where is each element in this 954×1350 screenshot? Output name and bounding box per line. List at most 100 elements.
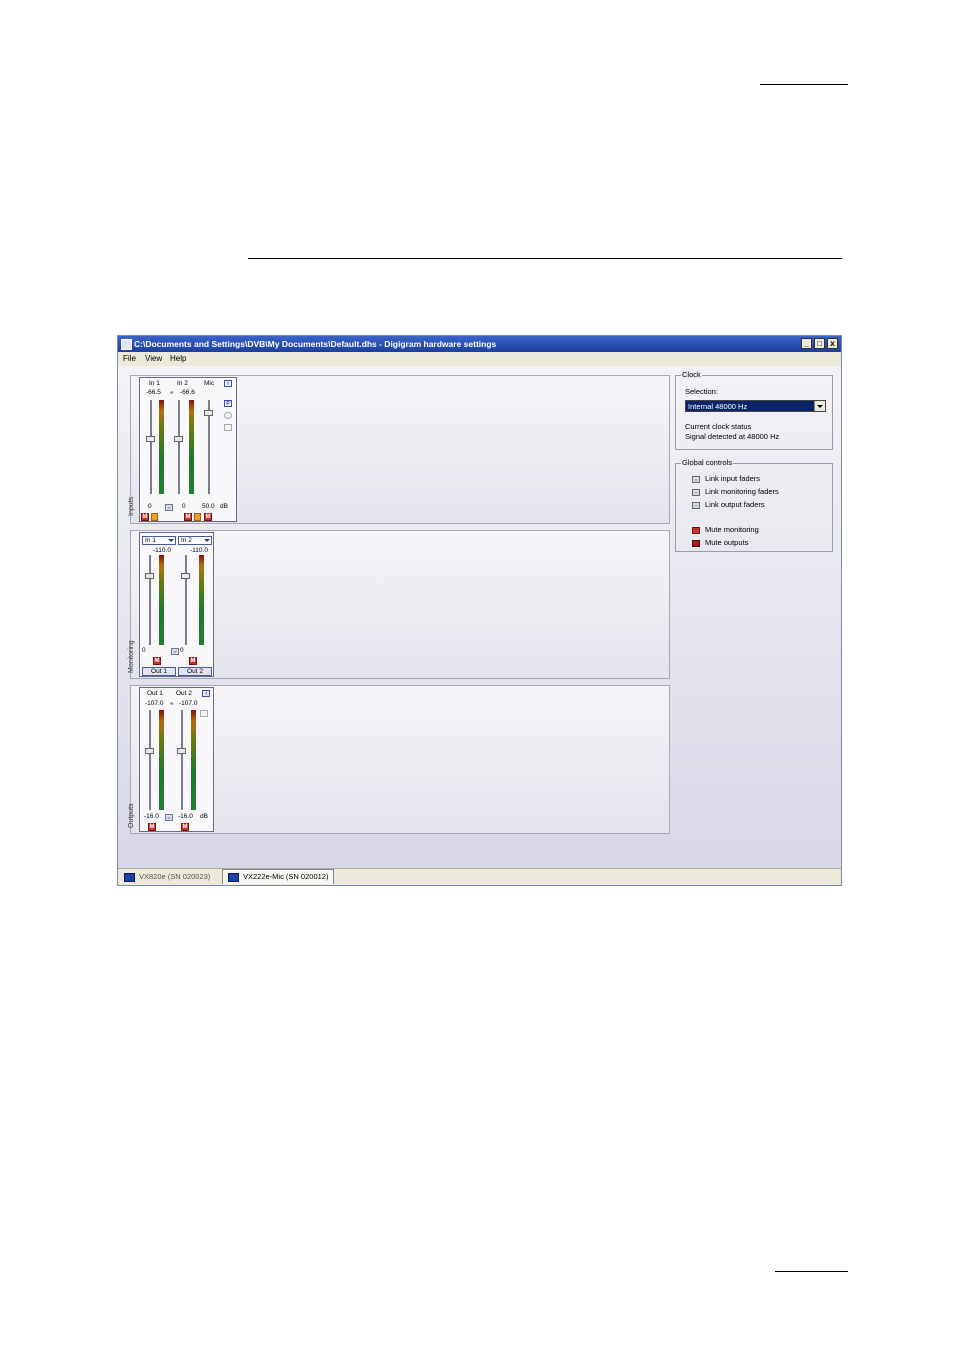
input-mic-name: Mic [204, 380, 215, 387]
monitoring-panel: In 1 In 2 -110.0 -110.0 0 ⇔ 0 M M Out 1 … [139, 532, 214, 677]
menu-help[interactable]: Help [170, 352, 186, 366]
input-2-mute-button[interactable]: M [184, 513, 192, 521]
tab-vx820e[interactable]: VX820e (SN 020023) [124, 870, 210, 884]
inputs-unit: dB [220, 503, 228, 510]
output-1-fader[interactable] [145, 748, 154, 754]
output-2-fader-track[interactable] [181, 710, 183, 810]
app-icon[interactable] [121, 339, 132, 350]
mute-monitoring-label[interactable]: Mute monitoring [705, 525, 759, 534]
link-monitoring-faders-icon[interactable]: ⇔ [692, 489, 700, 496]
menu-view[interactable]: View [145, 352, 162, 366]
monitoring-1-source-select[interactable]: In 1 [142, 536, 176, 545]
link-output-faders-icon[interactable]: ⇔ [692, 502, 700, 509]
settings-icon[interactable] [200, 710, 208, 717]
global-controls-group: Global controls ⇔ Link input faders ⇔ Li… [675, 458, 833, 552]
info-icon[interactable]: i [202, 690, 210, 697]
monitoring-1-value: 0 [142, 647, 146, 654]
minimize-button[interactable]: _ [801, 338, 812, 349]
section-rule [248, 258, 842, 259]
monitoring-1-mute-button[interactable]: M [153, 657, 161, 665]
output-2-meter [191, 710, 196, 810]
inputs-label: Inputs [128, 496, 135, 516]
monitoring-1-peak: -110.0 [153, 547, 171, 554]
input-1-value: 0 [148, 503, 152, 510]
link-input-faders-icon[interactable]: ⇔ [692, 476, 700, 483]
link-output-faders-label[interactable]: Link output faders [705, 500, 765, 509]
output-1-fader-track[interactable] [149, 710, 151, 810]
input-1-peak: -66.5 [146, 389, 161, 396]
input-2-fader[interactable] [174, 436, 183, 442]
clock-icon[interactable] [224, 412, 232, 419]
monitoring-strip: Monitoring In 1 In 2 -110.0 -110.0 0 ⇔ 0… [128, 530, 670, 679]
monitoring-1-fader-track[interactable] [149, 555, 151, 645]
mute-outputs-icon[interactable] [692, 540, 700, 547]
mute-outputs-label[interactable]: Mute outputs [705, 538, 748, 547]
input-1-fader[interactable] [146, 436, 155, 442]
tab-vx222e-mic-label: VX222e-Mic (SN 020012) [243, 872, 329, 881]
link-input-faders-label[interactable]: Link input faders [705, 474, 760, 483]
inputs-strip: Inputs In 1 In 2 Mic i -66.5 -66.6 ⚭ P 0… [128, 375, 670, 524]
monitoring-1-out-button[interactable]: Out 1 [142, 667, 176, 676]
chevron-down-icon[interactable] [814, 401, 825, 411]
monitoring-2-source: In 2 [181, 537, 192, 544]
link-input-faders-button[interactable]: ⇔ [165, 504, 173, 511]
maximize-button[interactable]: □ [814, 338, 825, 349]
link-output-faders-button[interactable]: ⇔ [165, 814, 173, 821]
input-1-meter [159, 400, 164, 494]
card-icon [228, 872, 239, 882]
input-1-speaker-button[interactable] [151, 513, 158, 521]
mic-gain-fader[interactable] [204, 410, 213, 416]
output-1-meter [159, 710, 164, 810]
monitoring-2-fader[interactable] [181, 573, 190, 579]
monitoring-2-mute-button[interactable]: M [189, 657, 197, 665]
mute-monitoring-icon[interactable] [692, 527, 700, 534]
link-chain-icon: ⚭ [169, 390, 175, 397]
close-button[interactable]: x [827, 338, 838, 349]
mic-value: 50.0 [202, 503, 215, 510]
input-2-speaker-button[interactable] [194, 513, 201, 521]
input-1-mute-button[interactable]: M [141, 513, 149, 521]
clock-group: Clock Selection: Internal 48000 Hz Curre… [675, 370, 833, 450]
menu-bar: File View Help [118, 352, 841, 366]
output-1-mute-button[interactable]: M [148, 823, 156, 831]
tab-vx222e-mic[interactable]: VX222e-Mic (SN 020012) [222, 869, 335, 884]
output-1-value: -16.0 [144, 813, 159, 820]
info-icon[interactable]: i [224, 380, 232, 387]
input-2-name: In 2 [177, 380, 188, 387]
output-2-fader[interactable] [177, 748, 186, 754]
monitoring-2-source-select[interactable]: In 2 [178, 536, 212, 545]
monitoring-2-out-button[interactable]: Out 2 [178, 667, 212, 676]
monitoring-1-meter [159, 555, 164, 645]
monitoring-2-fader-track[interactable] [185, 555, 187, 645]
outputs-panel: Out 1 Out 2 i -107.0 ⚭ -107.0 -16.0 ⇔ -1… [139, 687, 214, 832]
link-monitoring-faders-label[interactable]: Link monitoring faders [705, 487, 779, 496]
clock-selection-label: Selection: [685, 387, 718, 396]
footer-rule [775, 1271, 848, 1272]
title-bar[interactable]: C:\Documents and Settings\DVB\My Documen… [118, 336, 841, 352]
outputs-strip: Outputs Out 1 Out 2 i -107.0 ⚭ -107.0 -1… [128, 685, 670, 834]
input-2-fader-track[interactable] [178, 400, 180, 494]
mic-mute-button[interactable]: M [204, 513, 212, 521]
clock-status-value: Signal detected at 48000 Hz [685, 432, 780, 441]
monitoring-2-meter [199, 555, 204, 645]
phantom-power-icon[interactable]: P [224, 400, 232, 407]
output-2-name: Out 2 [176, 690, 192, 697]
input-2-value: 0 [182, 503, 186, 510]
output-2-value: -16.0 [178, 813, 193, 820]
input-2-meter [189, 400, 194, 494]
input-1-name: In 1 [149, 380, 160, 387]
app-window: C:\Documents and Settings\DVB\My Documen… [117, 335, 842, 886]
menu-file[interactable]: File [123, 352, 136, 366]
settings-icon[interactable] [224, 424, 232, 431]
clock-selection-dropdown[interactable]: Internal 48000 Hz [685, 400, 826, 412]
tab-vx820e-label: VX820e (SN 020023) [139, 872, 211, 881]
link-monitoring-faders-button[interactable]: ⇔ [171, 648, 179, 655]
client-area: Inputs In 1 In 2 Mic i -66.5 -66.6 ⚭ P 0… [118, 366, 841, 868]
output-2-mute-button[interactable]: M [181, 823, 189, 831]
card-icon [124, 872, 135, 882]
clock-selection-value: Internal 48000 Hz [688, 402, 748, 411]
input-1-fader-track[interactable] [150, 400, 152, 494]
global-controls-legend: Global controls [681, 458, 734, 467]
monitoring-1-fader[interactable] [145, 573, 154, 579]
monitoring-label: Monitoring [128, 640, 135, 673]
